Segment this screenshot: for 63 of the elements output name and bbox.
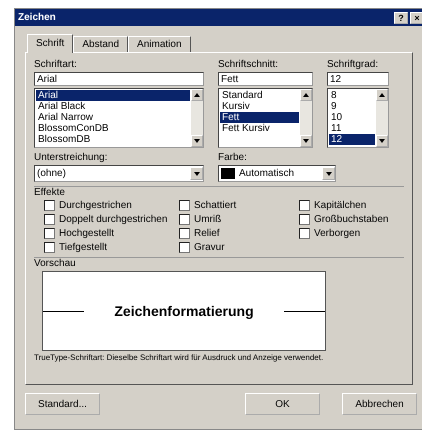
color-dropdown[interactable]: Automatisch bbox=[218, 165, 336, 182]
dialog-button[interactable]: OK bbox=[245, 393, 320, 415]
list-item[interactable]: Arial bbox=[36, 90, 190, 101]
dialog-button[interactable]: Standard... bbox=[25, 393, 100, 415]
scroll-up-button[interactable] bbox=[300, 89, 312, 101]
scroll-down-button[interactable] bbox=[300, 135, 312, 147]
group-label: Effekte bbox=[34, 187, 66, 198]
up-arrow-icon bbox=[303, 93, 309, 97]
preview-text: Zeichenformatierung bbox=[114, 303, 254, 319]
checkbox[interactable]: Durchgestrichen bbox=[44, 200, 179, 211]
field-label: Unterstreichung: bbox=[34, 152, 108, 163]
font-list[interactable]: Arial Arial Black Arial Narrow BlossomConDB BlossomDB bbox=[34, 88, 204, 148]
scroll-down-button[interactable] bbox=[376, 135, 388, 147]
list-item[interactable]: 10 bbox=[329, 112, 375, 123]
list-item[interactable]: Fett bbox=[220, 112, 299, 123]
group-label: Vorschau bbox=[34, 258, 77, 269]
checkbox[interactable]: Kapitälchen bbox=[299, 200, 388, 211]
list-item[interactable]: Arial Narrow bbox=[36, 112, 190, 123]
input-field[interactable]: 12 bbox=[327, 72, 389, 86]
field-label: Schriftart: bbox=[34, 59, 78, 70]
close-button[interactable]: × bbox=[410, 12, 422, 24]
list-item[interactable]: BlossomConDB bbox=[36, 123, 190, 134]
checkbox[interactable]: Großbuchstaben bbox=[299, 214, 388, 225]
style-list[interactable]: Standard Kursiv Fett Fett Kursiv bbox=[218, 88, 313, 148]
field-label: Schriftgrad: bbox=[327, 59, 380, 70]
field-label: Farbe: bbox=[218, 152, 248, 163]
down-arrow-icon bbox=[194, 139, 200, 143]
checkbox[interactable]: Verborgen bbox=[299, 228, 388, 239]
checkbox[interactable]: Schattiert bbox=[179, 200, 299, 211]
font-info-text: TrueType-Schriftart: Dieselbe Schriftart wird für Ausdruck und Anzeige verwendet. bbox=[34, 353, 324, 362]
down-arrow-icon bbox=[379, 139, 385, 143]
list-item[interactable]: BlossomDB bbox=[36, 134, 190, 145]
field-label: Schriftschnitt: bbox=[218, 59, 280, 70]
dialog-button[interactable]: Abbrechen bbox=[342, 393, 417, 415]
scroll-down-button[interactable] bbox=[191, 135, 203, 147]
size-list[interactable]: 8 9 10 11 12 bbox=[327, 88, 389, 148]
input-field[interactable]: Fett bbox=[218, 72, 313, 86]
list-item[interactable]: 8 bbox=[329, 90, 375, 101]
scroll-up-button[interactable] bbox=[191, 89, 203, 101]
list-item[interactable]: 11 bbox=[329, 123, 375, 134]
checkbox[interactable]: Hochgestellt bbox=[44, 228, 179, 239]
underline-dropdown[interactable]: (ohne) bbox=[34, 165, 204, 182]
help-button[interactable]: ? bbox=[394, 12, 408, 24]
list-item[interactable]: Standard bbox=[220, 90, 299, 101]
tab[interactable]: Animation bbox=[128, 36, 191, 52]
list-item[interactable]: Kursiv bbox=[220, 101, 299, 112]
up-arrow-icon bbox=[379, 93, 385, 97]
window-title: Zeichen bbox=[18, 12, 57, 23]
checkbox[interactable]: Umriß bbox=[179, 214, 299, 225]
up-arrow-icon bbox=[194, 93, 200, 97]
input-field[interactable]: Arial bbox=[34, 72, 204, 86]
checkbox[interactable]: Gravur bbox=[179, 242, 299, 253]
list-item[interactable]: Arial Black bbox=[36, 101, 190, 112]
list-item[interactable]: 9 bbox=[329, 101, 375, 112]
checkbox[interactable]: Relief bbox=[179, 228, 299, 239]
checkbox[interactable]: Tiefgestellt bbox=[44, 242, 179, 253]
tab[interactable]: Abstand bbox=[73, 36, 128, 52]
down-arrow-icon bbox=[303, 139, 309, 143]
tab[interactable]: Schrift bbox=[27, 34, 74, 53]
checkbox[interactable]: Doppelt durchgestrichen bbox=[44, 214, 179, 225]
scroll-up-button[interactable] bbox=[376, 89, 388, 101]
list-item[interactable]: 12 bbox=[329, 134, 375, 145]
list-item[interactable]: Fett Kursiv bbox=[220, 123, 299, 134]
